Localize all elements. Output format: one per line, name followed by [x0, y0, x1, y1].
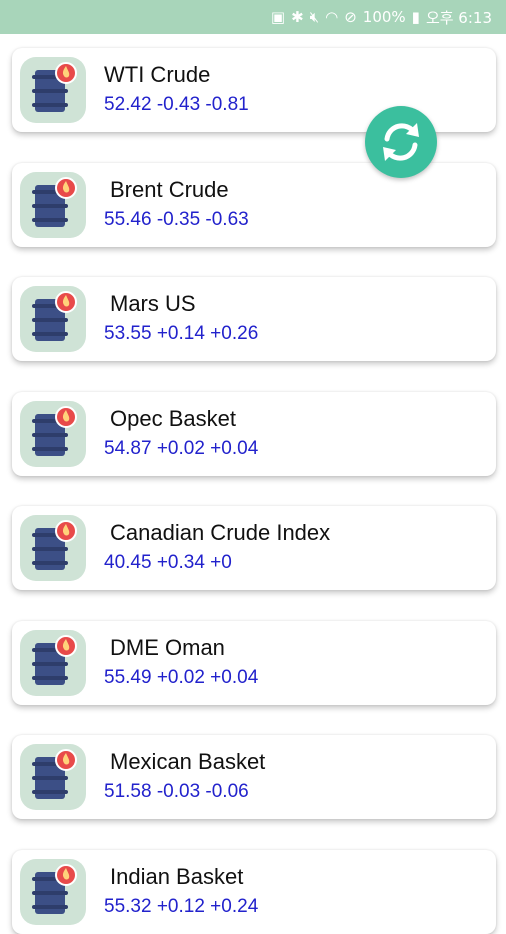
item-name: Opec Basket: [110, 406, 236, 431]
item-price-change: 55.32 +0.12 +0.24: [104, 896, 259, 917]
battery-percent: 100%: [362, 8, 406, 26]
oil-barrel-icon: [20, 286, 86, 352]
item-price-change: 55.49 +0.02 +0.04: [104, 667, 259, 688]
list-item-mexican-basket[interactable]: Mexican Basket 51.58 -0.03 -0.06: [12, 735, 496, 819]
item-name: WTI Crude: [104, 62, 211, 87]
oil-barrel-icon: [20, 401, 86, 467]
item-name: Canadian Crude Index: [110, 520, 331, 545]
list-item-canadian-crude-index[interactable]: Canadian Crude Index 40.45 +0.34 +0: [12, 506, 496, 590]
clock: 오후 6:13: [425, 8, 492, 27]
bluetooth-icon: ✱: [291, 8, 304, 26]
battery-icon: ▮: [411, 8, 420, 26]
oil-barrel-icon: [20, 515, 86, 581]
oil-barrel-icon: [20, 630, 86, 696]
item-name: Mars US: [110, 291, 196, 316]
list-item-indian-basket[interactable]: Indian Basket 55.32 +0.12 +0.24: [12, 850, 496, 934]
item-price-change: 55.46 -0.35 -0.63: [104, 209, 249, 230]
item-name: Indian Basket: [110, 864, 244, 889]
refresh-icon: [383, 123, 419, 161]
oil-barrel-icon: [20, 172, 86, 238]
item-name: DME Oman: [110, 635, 225, 660]
item-name: Mexican Basket: [110, 749, 266, 774]
oil-barrel-icon: [20, 744, 86, 810]
item-price-change: 51.58 -0.03 -0.06: [104, 781, 249, 802]
list-item-dme-oman[interactable]: DME Oman 55.49 +0.02 +0.04: [12, 621, 496, 705]
dnd-icon: ⊘: [344, 8, 357, 26]
item-price-change: 40.45 +0.34 +0: [104, 552, 232, 573]
oil-barrel-icon: [20, 57, 86, 123]
refresh-button[interactable]: [365, 106, 437, 178]
list-item-mars-us[interactable]: Mars US 53.55 +0.14 +0.26: [12, 277, 496, 361]
status-bar: ▣ ✱ 🔇︎ ◠ ⊘ 100% ▮ 오후 6:13: [0, 0, 506, 34]
item-price-change: 52.42 -0.43 -0.81: [104, 94, 249, 115]
mute-icon: 🔇︎: [309, 8, 320, 26]
oil-barrel-icon: [20, 859, 86, 925]
item-price-change: 54.87 +0.02 +0.04: [104, 438, 259, 459]
item-name: Brent Crude: [110, 177, 229, 202]
item-price-change: 53.55 +0.14 +0.26: [104, 323, 259, 344]
screenshot-icon: ▣: [270, 8, 286, 26]
list-item-opec-basket[interactable]: Opec Basket 54.87 +0.02 +0.04: [12, 392, 496, 476]
wifi-icon: ◠: [325, 8, 339, 26]
